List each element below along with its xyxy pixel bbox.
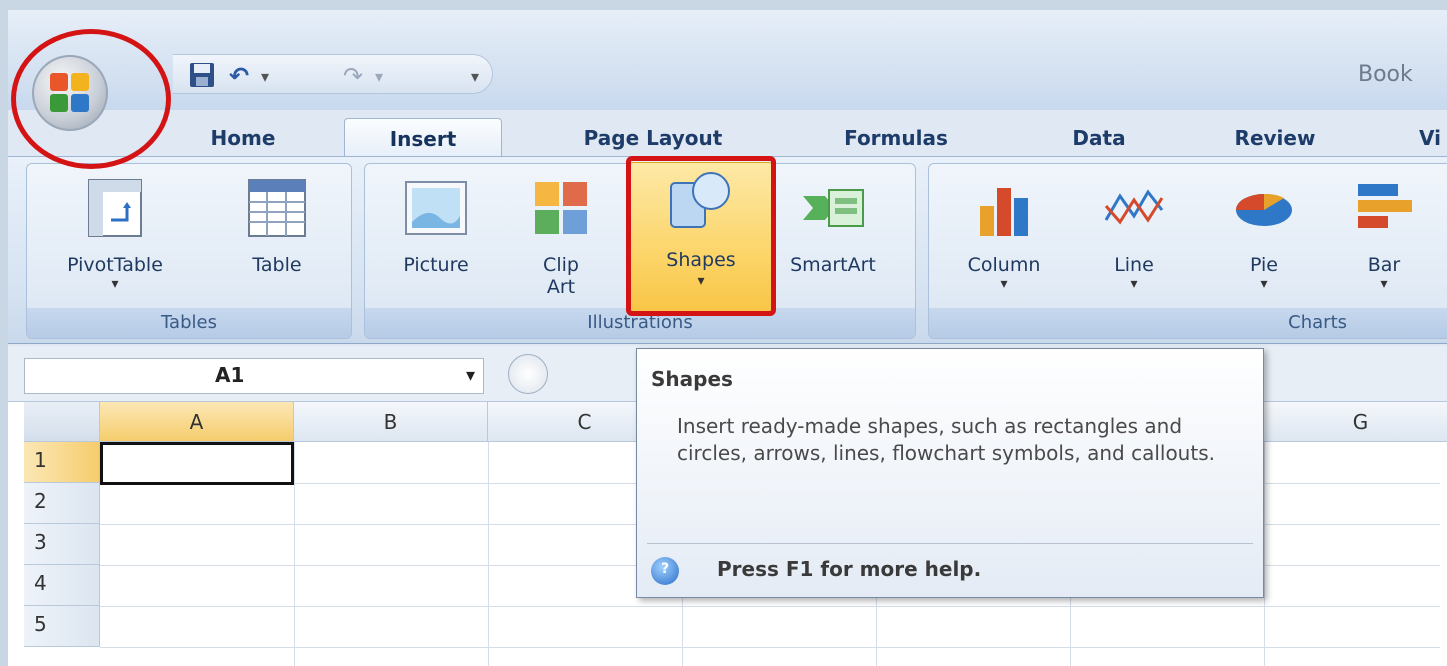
line-dropdown-icon: ▾ [1130,276,1138,292]
column-dropdown-icon: ▾ [1000,276,1008,292]
grid-line [100,647,1440,648]
tooltip-title: Shapes [651,367,733,391]
help-icon: ? [651,557,679,585]
undo-icon[interactable]: ↶ [229,62,249,90]
grid-line [488,442,489,666]
tooltip-divider [647,543,1253,544]
name-box-value: A1 [215,363,245,387]
clip-art-label-line2: Art [546,276,576,298]
smartart-icon [803,189,864,227]
name-box[interactable]: A1 ▾ [24,358,484,394]
shapes-tooltip: Shapes Insert ready-made shapes, such as… [636,348,1264,598]
row-header-3[interactable]: 3 [24,524,100,565]
column-chart-button[interactable]: Column ▾ [939,172,1069,312]
column-header-g[interactable]: G [1264,402,1447,442]
clip-art-label: Clip Art [505,254,617,298]
tab-view[interactable]: Vi [1400,118,1447,158]
quick-access-toolbar: ↶ ▾ ↷ ▾ ▾ [173,54,493,94]
active-cell-a1[interactable] [100,442,294,485]
tab-insert[interactable]: Insert [344,118,502,158]
formula-expand-button[interactable] [508,354,548,394]
pie-chart-button[interactable]: Pie ▾ [1209,172,1319,312]
grid-line [294,442,295,666]
table-icon [248,179,306,237]
clip-art-icon [535,182,587,234]
grid-line [100,606,1440,607]
name-box-dropdown-icon[interactable]: ▾ [466,365,475,386]
picture-button[interactable]: Picture [375,172,497,312]
row-header-1[interactable]: 1 [24,442,100,483]
line-chart-button[interactable]: Line ▾ [1079,172,1189,312]
line-label: Line [1114,254,1154,276]
table-label: Table [252,254,302,276]
clip-art-button[interactable]: Clip Art [505,172,617,312]
redo-dropdown-icon[interactable]: ▾ [375,67,383,86]
group-tables-label: Tables [27,308,351,338]
excel-window: ↶ ▾ ↷ ▾ ▾ Book Home Insert Page Layout F… [8,10,1447,666]
pie-chart-icon [1236,193,1292,226]
tab-data[interactable]: Data [1044,118,1154,158]
bar-label: Bar [1367,254,1401,276]
highlight-circle [11,29,171,169]
line-chart-icon [1104,189,1164,225]
bar-chart-button[interactable]: Bar ▾ [1329,172,1439,312]
bar-chart-icon [1358,184,1412,228]
pie-label: Pie [1249,254,1278,276]
row-header-2[interactable]: 2 [24,483,100,524]
column-chart-icon [980,188,1028,236]
column-header-b[interactable]: B [294,402,488,442]
pivottable-button[interactable]: PivotTable ▾ [27,172,203,312]
ribbon-tabs: Home Insert Page Layout Formulas Data Re… [8,114,1447,158]
select-all-button[interactable] [24,402,100,442]
row-header-4[interactable]: 4 [24,565,100,606]
tab-review[interactable]: Review [1208,118,1342,158]
tab-formulas[interactable]: Formulas [816,118,976,158]
tooltip-description: Insert ready-made shapes, such as rectan… [677,414,1215,465]
tab-page-layout[interactable]: Page Layout [548,118,758,158]
table-button[interactable]: Table [217,172,337,312]
row-header-5[interactable]: 5 [24,606,100,647]
title-bar: ↶ ▾ ↷ ▾ ▾ Book [8,10,1447,110]
smartart-label: SmartArt [790,254,876,276]
picture-icon [405,181,467,235]
customize-qat-icon[interactable]: ▾ [471,67,479,86]
undo-dropdown-icon[interactable]: ▾ [261,67,269,86]
tooltip-help-text: Press F1 for more help. [717,557,982,581]
group-charts-label: Charts [929,308,1447,338]
column-header-a[interactable]: A [100,402,294,442]
pivottable-label: PivotTable [67,254,163,276]
save-icon[interactable] [189,62,215,94]
redo-icon[interactable]: ↷ [343,62,363,90]
group-tables: PivotTable ▾ Table Tables [26,163,352,339]
smartart-button[interactable]: SmartArt [765,172,901,312]
bar-dropdown-icon: ▾ [1380,276,1388,292]
column-label: Column [967,254,1041,276]
pie-dropdown-icon: ▾ [1260,276,1268,292]
pivottable-dropdown-icon: ▾ [111,276,119,292]
clip-art-label-line1: Clip [543,254,579,276]
pivottable-icon [88,179,142,237]
highlight-rectangle [626,156,776,316]
picture-label: Picture [403,254,469,276]
tab-home[interactable]: Home [188,118,298,158]
group-charts: Column ▾ Line ▾ Pie ▾ Bar ▾ Charts [928,163,1447,339]
grid-line [1264,442,1265,666]
window-title: Book [1358,62,1413,87]
